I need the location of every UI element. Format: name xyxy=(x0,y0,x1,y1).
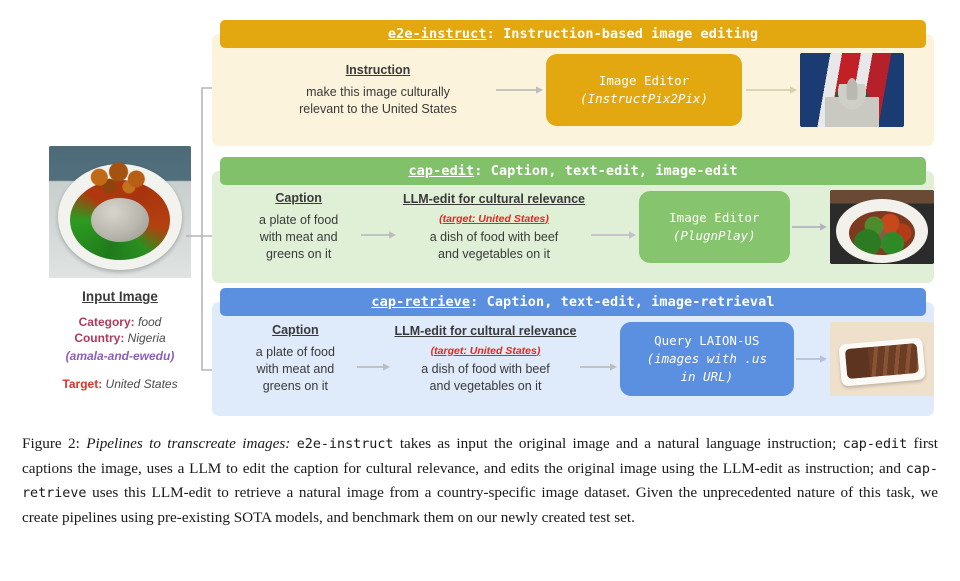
caption-lead-italic: Pipelines to transcreate images: xyxy=(86,435,291,452)
caption-segment-3: uses this LLM-edit to retrieve a natural… xyxy=(22,484,938,526)
model-sub-cap-edit: (PlugnPlay) xyxy=(672,228,756,243)
input-image-meat xyxy=(83,161,157,197)
panel-header-rest-cap-retrieve: : Caption, text-edit, image-retrieval xyxy=(470,294,775,310)
pipeline-panel-e2e-instruct: e2e-instruct: Instruction-based image ed… xyxy=(212,20,934,146)
caption-text-cap-retrieve: a plate of food with meat and greens on … xyxy=(235,344,355,395)
input-image-title: Input Image xyxy=(82,289,158,304)
metadata-native-name: (amala-and-ewedu) xyxy=(65,348,175,363)
caption-mono-cap-edit: cap-edit xyxy=(842,437,908,452)
figure-caption: Figure 2: Pipelines to transcreate image… xyxy=(22,432,938,531)
metadata-category-value: food xyxy=(138,315,162,329)
caption-mono-e2e-instruct: e2e-instruct xyxy=(296,437,394,452)
input-image-metadata: Category: food Country: Nigeria (amala-a… xyxy=(44,315,196,364)
instruction-line-1: make this image culturally xyxy=(306,84,450,99)
caption-heading-cap-retrieve: Caption xyxy=(272,323,319,337)
caption-label: Figure 2: xyxy=(22,435,80,452)
arrow-editor-to-result-cap-edit xyxy=(790,222,830,232)
model-title-cap-retrieve: Query LAION-US xyxy=(654,332,760,348)
model-title-cap-edit: Image Editor xyxy=(669,209,760,225)
metadata-country-key: Country xyxy=(74,330,121,345)
panel-header-rest-e2e-instruct: : Instruction-based image editing xyxy=(486,26,759,42)
figure-2-root: Input Image Category: food Country: Nige… xyxy=(0,0,960,581)
pipeline-panel-cap-edit: cap-edit: Caption, text-edit, image-edit… xyxy=(212,157,934,283)
result-image-e2e-instruct xyxy=(800,53,904,127)
metadata-target-value: United States xyxy=(105,377,178,392)
panel-header-e2e-instruct: e2e-instruct: Instruction-based image ed… xyxy=(220,20,926,48)
arrow-caption-to-edit-cap-retrieve xyxy=(355,362,393,372)
panel-header-cap-edit: cap-edit: Caption, text-edit, image-edit xyxy=(220,157,926,185)
model-sub-line-2: in URL) xyxy=(680,369,734,385)
metadata-category-line: Category: food xyxy=(78,315,162,329)
input-image-thumbnail xyxy=(49,146,191,278)
arrow-edit-to-query-cap-retrieve xyxy=(578,362,620,372)
panel-header-cap-retrieve: cap-retrieve: Caption, text-edit, image-… xyxy=(220,288,926,316)
llm-edit-target-note-cap-retrieve: (target: United States) xyxy=(430,344,541,357)
panel-body-cap-retrieve: Caption a plate of food with meat and gr… xyxy=(212,302,934,416)
input-image-amala xyxy=(91,197,149,242)
panel-body-e2e-instruct: Instruction make this image culturally r… xyxy=(212,34,934,146)
panel-tag-cap-edit: cap-edit xyxy=(408,163,475,179)
caption-line-2: with meat and xyxy=(259,230,338,244)
model-sub-e2e: (InstructPix2Pix) xyxy=(580,91,708,106)
llm-edit-heading-cap-edit: LLM-edit for cultural relevance xyxy=(403,191,585,206)
model-title-e2e: Image Editor xyxy=(598,72,690,88)
panel-tag-cap-retrieve: cap-retrieve xyxy=(371,294,471,310)
llm-edit-line-1: a dish of food with beef xyxy=(421,361,550,376)
instruction-text: make this image culturally relevant to t… xyxy=(262,84,494,118)
llm-edit-text-cap-edit: a dish of food with beef and vegetables … xyxy=(399,229,588,263)
metadata-country-value: Nigeria xyxy=(127,330,166,345)
caption-line-1: a plate of food xyxy=(255,345,335,359)
llm-edit-column-cap-edit: LLM-edit for cultural relevance (target:… xyxy=(399,192,588,263)
llm-edit-text-cap-retrieve: a dish of food with beef and vegetables … xyxy=(393,361,577,395)
caption-column-cap-retrieve: Caption a plate of food with meat and gr… xyxy=(235,323,355,395)
llm-edit-line-1: a dish of food with beef xyxy=(429,229,559,244)
instruction-line-2: relevant to the United States xyxy=(299,101,457,116)
result-image-cap-retrieve xyxy=(830,322,934,396)
panel-body-cap-edit: Caption a plate of food with meat and gr… xyxy=(212,171,934,283)
metadata-category-key: Category xyxy=(78,315,131,329)
llm-edit-target-note-cap-edit: (target: United States) xyxy=(439,212,549,225)
arrow-instruction-to-editor xyxy=(494,85,546,95)
panel-tag-e2e-instruct: e2e-instruct xyxy=(387,26,487,42)
arrow-edit-to-editor-cap-edit xyxy=(589,230,639,240)
caption-text-cap-edit: a plate of food with meat and greens on … xyxy=(238,212,360,263)
caption-heading-cap-edit: Caption xyxy=(275,191,322,205)
panel-header-rest-cap-edit: : Caption, text-edit, image-edit xyxy=(474,163,738,179)
caption-line-3: greens on it xyxy=(262,379,329,393)
metadata-country-line: Country: Nigeria xyxy=(74,330,166,345)
llm-edit-line-2: and vegetables on it xyxy=(429,378,542,393)
caption-segment-1: takes as input the original image and a … xyxy=(393,435,843,452)
input-image-column: Input Image Category: food Country: Nige… xyxy=(44,146,196,391)
arrow-caption-to-edit-cap-edit xyxy=(359,230,399,240)
instruction-column: Instruction make this image culturally r… xyxy=(262,63,494,118)
model-sub-line-1: (images with .us xyxy=(646,350,767,366)
arrow-query-to-result-cap-retrieve xyxy=(794,354,830,364)
model-box-query-laion-us: Query LAION-US (images with .us in URL) xyxy=(619,322,794,396)
model-box-plugnplay: Image Editor (PlugnPlay) xyxy=(638,191,790,263)
pipeline-panel-cap-retrieve: cap-retrieve: Caption, text-edit, image-… xyxy=(212,288,934,416)
instruction-heading: Instruction xyxy=(345,62,411,77)
result-image-cap-edit xyxy=(829,190,934,264)
metadata-target-key: Target xyxy=(62,377,99,392)
caption-column-cap-edit: Caption a plate of food with meat and gr… xyxy=(238,191,360,263)
llm-edit-heading-cap-retrieve: LLM-edit for cultural relevance xyxy=(394,323,577,338)
metadata-target-line: Target: United States xyxy=(62,377,178,392)
model-box-instructpix2pix: Image Editor (InstructPix2Pix) xyxy=(546,54,742,126)
llm-edit-line-2: and vegetables on it xyxy=(438,246,550,261)
caption-line-1: a plate of food xyxy=(259,213,339,227)
caption-line-2: with meat and xyxy=(256,362,335,376)
llm-edit-column-cap-retrieve: LLM-edit for cultural relevance (target:… xyxy=(393,324,577,395)
arrow-editor-to-result-e2e xyxy=(742,85,800,95)
caption-line-3: greens on it xyxy=(265,247,332,261)
